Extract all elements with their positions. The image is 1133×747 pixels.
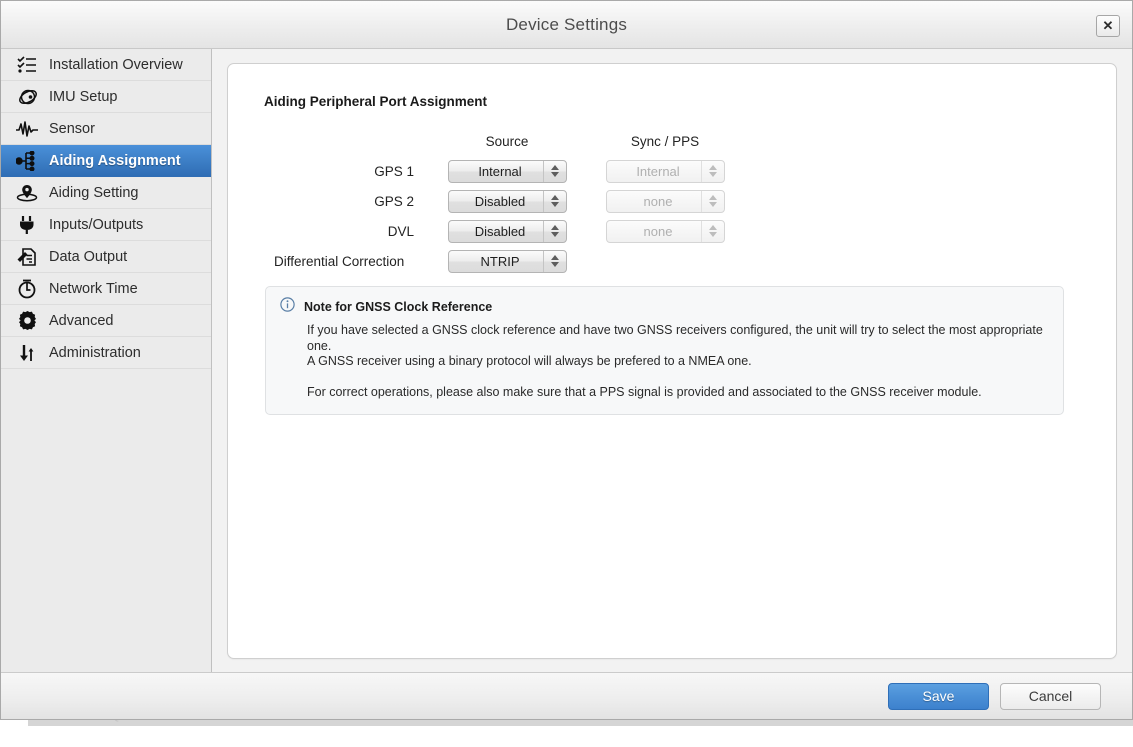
source-cell: Internal <box>428 160 586 183</box>
sync-select-gps2: none <box>606 190 725 213</box>
content-column: Aiding Peripheral Port Assignment Source… <box>212 49 1132 672</box>
sidebar-item-label: Network Time <box>49 281 138 297</box>
assignment-row: DVL Disabled none <box>264 216 784 246</box>
row-label: GPS 1 <box>264 164 428 179</box>
sync-cell: Internal <box>586 160 744 183</box>
sidebar-item-sensor[interactable]: Sensor <box>1 113 211 145</box>
gnss-clock-reference-note: Note for GNSS Clock Reference If you hav… <box>265 286 1064 415</box>
sidebar-item-imu-setup[interactable]: IMU Setup <box>1 81 211 113</box>
checklist-icon <box>14 52 40 78</box>
source-select-differential-correction[interactable]: NTRIP <box>448 250 567 273</box>
column-header-source: Source <box>428 134 586 149</box>
spinner-arrows-icon[interactable] <box>543 191 566 212</box>
document-edit-icon <box>14 244 40 270</box>
note-body: If you have selected a GNSS clock refere… <box>307 323 1049 400</box>
map-pin-icon <box>14 180 40 206</box>
note-title: Note for GNSS Clock Reference <box>304 300 492 314</box>
sidebar-item-label: Installation Overview <box>49 57 183 73</box>
gear-icon <box>14 308 40 334</box>
sidebar-item-advanced[interactable]: Advanced <box>1 305 211 337</box>
source-select-gps2[interactable]: Disabled <box>448 190 567 213</box>
sidebar-item-data-output[interactable]: Data Output <box>1 241 211 273</box>
sidebar-item-label: IMU Setup <box>49 89 118 105</box>
settings-sidebar: Installation Overview IMU Setup <box>1 49 212 672</box>
node-tree-icon <box>14 148 40 174</box>
close-button[interactable]: ✕ <box>1096 15 1120 37</box>
source-select-dvl[interactable]: Disabled <box>448 220 567 243</box>
spinner-arrows-icon[interactable] <box>543 251 566 272</box>
source-cell: Disabled <box>428 190 586 213</box>
save-button[interactable]: Save <box>888 683 989 710</box>
column-header-sync-pps: Sync / PPS <box>586 134 744 149</box>
imu-gyro-icon <box>14 84 40 110</box>
dialog-titlebar: Device Settings ✕ <box>1 1 1132 49</box>
spinner-arrows-icon[interactable] <box>543 161 566 182</box>
assignment-row: GPS 1 Internal Internal <box>264 156 784 186</box>
waveform-icon <box>14 116 40 142</box>
arrow-up-down-icon <box>14 340 40 366</box>
assignment-row: GPS 2 Disabled none <box>264 186 784 216</box>
dialog-body: Installation Overview IMU Setup <box>1 49 1132 672</box>
stopwatch-icon <box>14 276 40 302</box>
spinner-arrows-icon <box>701 191 724 212</box>
sidebar-item-label: Advanced <box>49 313 114 329</box>
spinner-arrows-icon[interactable] <box>543 221 566 242</box>
row-label: GPS 2 <box>264 194 428 209</box>
sidebar-item-inputs-outputs[interactable]: Inputs/Outputs <box>1 209 211 241</box>
sync-cell: none <box>586 220 744 243</box>
source-cell: Disabled <box>428 220 586 243</box>
sidebar-item-label: Aiding Setting <box>49 185 138 201</box>
dialog-footer: Save Cancel <box>1 672 1132 719</box>
grid-header-row: Source Sync / PPS <box>264 126 784 156</box>
device-settings-dialog: Device Settings ✕ Installation Overview <box>0 0 1133 720</box>
section-title: Aiding Peripheral Port Assignment <box>264 94 487 109</box>
close-icon: ✕ <box>1103 18 1114 34</box>
save-button-label: Save <box>923 688 955 704</box>
sidebar-item-aiding-assignment[interactable]: Aiding Assignment <box>1 145 211 177</box>
spinner-arrows-icon <box>701 161 724 182</box>
sidebar-item-label: Aiding Assignment <box>49 153 181 169</box>
info-circle-icon <box>280 297 295 317</box>
note-header: Note for GNSS Clock Reference <box>280 297 1049 317</box>
note-line-3: For correct operations, please also make… <box>307 385 1049 401</box>
sync-select-dvl: none <box>606 220 725 243</box>
sidebar-item-administration[interactable]: Administration <box>1 337 211 369</box>
spinner-arrows-icon <box>701 221 724 242</box>
sidebar-item-label: Data Output <box>49 249 127 265</box>
note-line-2: A GNSS receiver using a binary protocol … <box>307 354 1049 370</box>
sidebar-item-installation-overview[interactable]: Installation Overview <box>1 49 211 81</box>
row-label: Differential Correction <box>264 254 428 269</box>
sidebar-item-aiding-setting[interactable]: Aiding Setting <box>1 177 211 209</box>
source-cell: NTRIP <box>428 250 586 273</box>
cancel-button[interactable]: Cancel <box>1000 683 1101 710</box>
sidebar-item-label: Administration <box>49 345 141 361</box>
note-line-1: If you have selected a GNSS clock refere… <box>307 323 1049 354</box>
sidebar-item-label: Sensor <box>49 121 95 137</box>
aiding-assignment-grid: Source Sync / PPS GPS 1 Internal <box>264 126 784 276</box>
sidebar-item-label: Inputs/Outputs <box>49 217 143 233</box>
settings-panel: Aiding Peripheral Port Assignment Source… <box>227 63 1117 659</box>
cancel-button-label: Cancel <box>1029 688 1073 704</box>
row-label: DVL <box>264 224 428 239</box>
sync-select-gps1: Internal <box>606 160 725 183</box>
sidebar-item-network-time[interactable]: Network Time <box>1 273 211 305</box>
assignment-row: Differential Correction NTRIP <box>264 246 784 276</box>
power-plug-icon <box>14 212 40 238</box>
source-select-gps1[interactable]: Internal <box>448 160 567 183</box>
sync-cell: none <box>586 190 744 213</box>
dialog-title: Device Settings <box>506 15 627 35</box>
